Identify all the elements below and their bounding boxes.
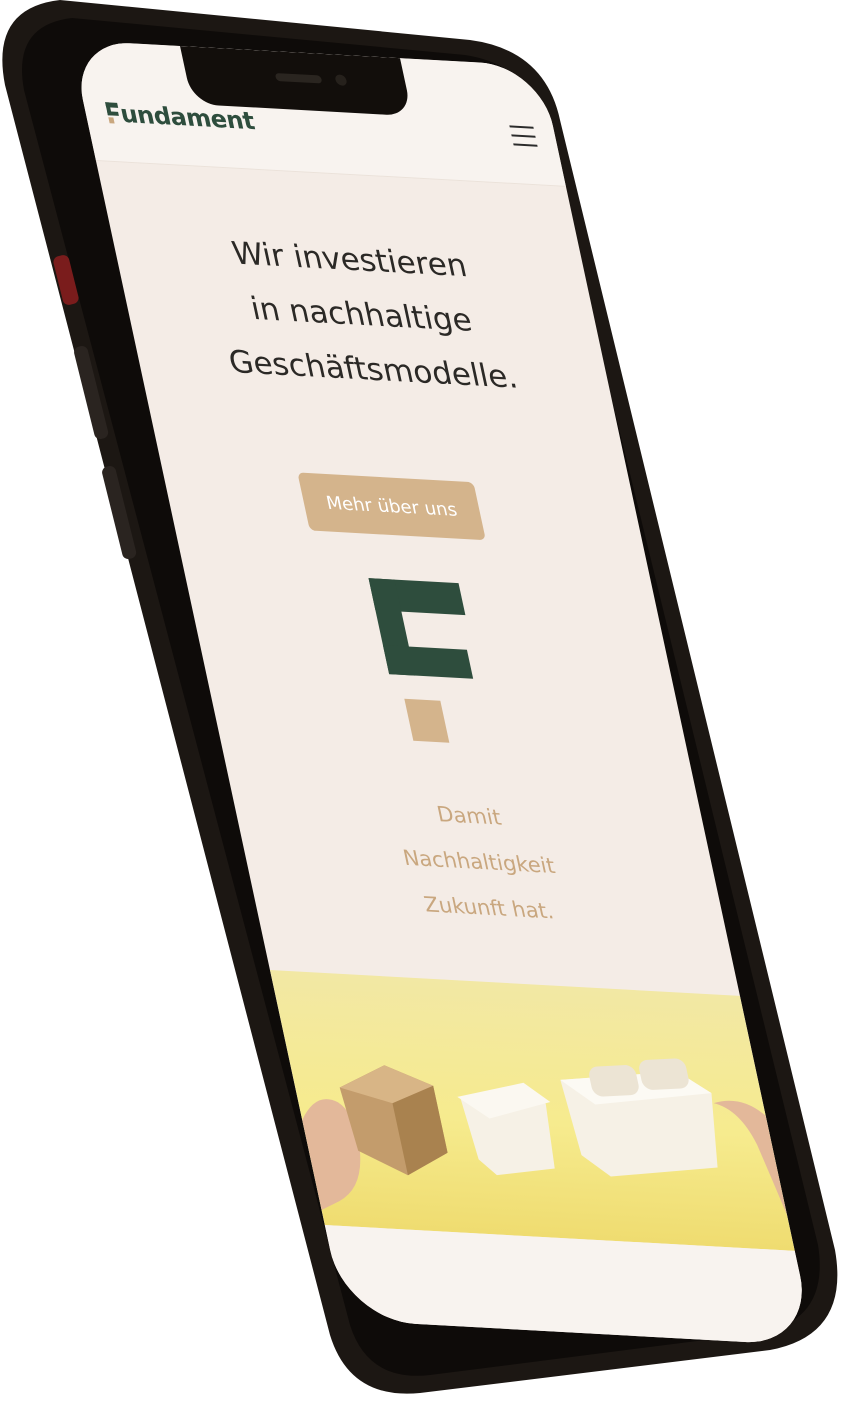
brand-mark-icon bbox=[368, 578, 494, 748]
hero-headline: Wir investieren in nachhaltige Geschäfts… bbox=[109, 220, 614, 411]
speaker-grille bbox=[274, 73, 323, 84]
tagline: Damit Nachhaltigkeit Zukunft hat. bbox=[229, 780, 729, 944]
food-packaging-illustration bbox=[302, 1058, 788, 1216]
stage: undament Wir investieren in nachhaltige … bbox=[0, 0, 846, 1403]
front-camera bbox=[334, 74, 348, 86]
hamburger-menu-icon[interactable] bbox=[509, 125, 538, 147]
hero-photo bbox=[269, 970, 795, 1251]
about-us-button[interactable]: Mehr über uns bbox=[297, 472, 486, 541]
